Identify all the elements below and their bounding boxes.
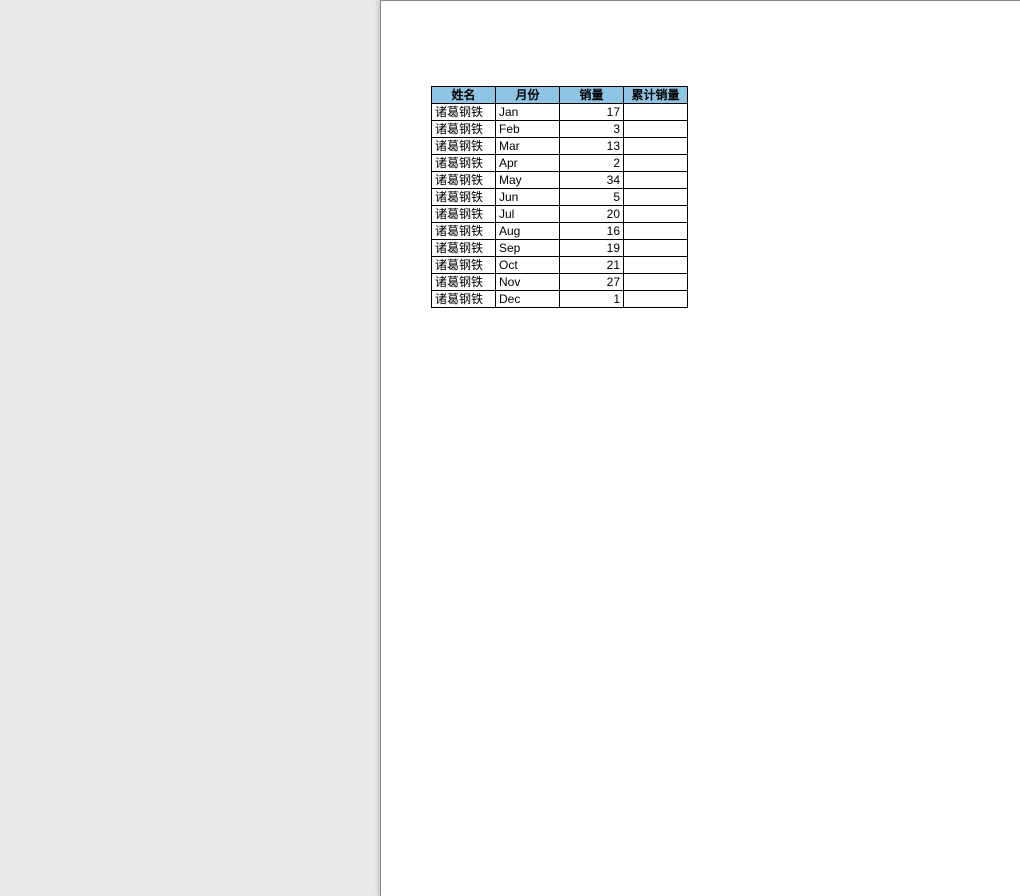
table-row: 诸葛钢铁 Dec 1 [432,291,688,308]
cell-cumulative [624,121,688,138]
cell-cumulative [624,155,688,172]
cell-name: 诸葛钢铁 [432,291,496,308]
cell-sales: 2 [560,155,624,172]
cell-sales: 27 [560,274,624,291]
table-row: 诸葛钢铁 Aug 16 [432,223,688,240]
header-cumulative: 累计销量 [624,87,688,104]
cell-month: Jan [496,104,560,121]
cell-name: 诸葛钢铁 [432,138,496,155]
cell-cumulative [624,274,688,291]
cell-cumulative [624,257,688,274]
table-header-row: 姓名 月份 销量 累计销量 [432,87,688,104]
table-row: 诸葛钢铁 Jun 5 [432,189,688,206]
header-name: 姓名 [432,87,496,104]
cell-month: Mar [496,138,560,155]
cell-month: Feb [496,121,560,138]
cell-month: Oct [496,257,560,274]
table-row: 诸葛钢铁 Feb 3 [432,121,688,138]
cell-cumulative [624,206,688,223]
cell-name: 诸葛钢铁 [432,240,496,257]
cell-sales: 17 [560,104,624,121]
header-month: 月份 [496,87,560,104]
cell-month: Jul [496,206,560,223]
cell-sales: 16 [560,223,624,240]
cell-sales: 20 [560,206,624,223]
cell-month: Sep [496,240,560,257]
cell-cumulative [624,240,688,257]
cell-month: Nov [496,274,560,291]
cell-name: 诸葛钢铁 [432,104,496,121]
cell-sales: 3 [560,121,624,138]
table-row: 诸葛钢铁 Sep 19 [432,240,688,257]
cell-sales: 5 [560,189,624,206]
cell-cumulative [624,189,688,206]
cell-cumulative [624,172,688,189]
table-row: 诸葛钢铁 Apr 2 [432,155,688,172]
cell-name: 诸葛钢铁 [432,274,496,291]
table-row: 诸葛钢铁 May 34 [432,172,688,189]
cell-sales: 13 [560,138,624,155]
cell-name: 诸葛钢铁 [432,172,496,189]
table-row: 诸葛钢铁 Mar 13 [432,138,688,155]
cell-name: 诸葛钢铁 [432,206,496,223]
cell-sales: 21 [560,257,624,274]
table-body: 诸葛钢铁 Jan 17 诸葛钢铁 Feb 3 诸葛钢铁 Mar 13 [432,104,688,308]
table-row: 诸葛钢铁 Jan 17 [432,104,688,121]
cell-month: Aug [496,223,560,240]
cell-cumulative [624,223,688,240]
cell-month: Apr [496,155,560,172]
cell-month: May [496,172,560,189]
cell-month: Jun [496,189,560,206]
cell-sales: 1 [560,291,624,308]
cell-sales: 34 [560,172,624,189]
table-row: 诸葛钢铁 Oct 21 [432,257,688,274]
table-row: 诸葛钢铁 Jul 20 [432,206,688,223]
cell-month: Dec [496,291,560,308]
sales-table: 姓名 月份 销量 累计销量 诸葛钢铁 Jan 17 诸葛钢铁 Feb 3 [431,86,688,308]
cell-cumulative [624,104,688,121]
table-row: 诸葛钢铁 Nov 27 [432,274,688,291]
document-page: 姓名 月份 销量 累计销量 诸葛钢铁 Jan 17 诸葛钢铁 Feb 3 [380,0,1020,896]
header-sales: 销量 [560,87,624,104]
cell-name: 诸葛钢铁 [432,189,496,206]
cell-sales: 19 [560,240,624,257]
cell-name: 诸葛钢铁 [432,223,496,240]
cell-name: 诸葛钢铁 [432,257,496,274]
document-content: 姓名 月份 销量 累计销量 诸葛钢铁 Jan 17 诸葛钢铁 Feb 3 [381,1,1020,308]
cell-cumulative [624,291,688,308]
cell-name: 诸葛钢铁 [432,121,496,138]
cell-name: 诸葛钢铁 [432,155,496,172]
cell-cumulative [624,138,688,155]
